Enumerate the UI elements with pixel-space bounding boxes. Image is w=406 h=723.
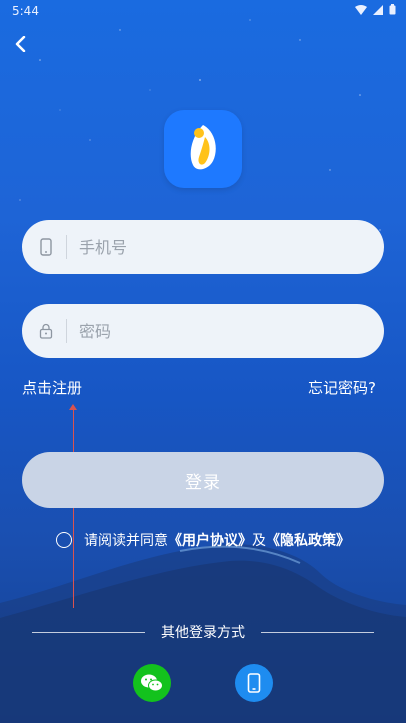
privacy-policy-link[interactable]: 《隐私政策》 xyxy=(266,530,350,550)
annotation-line xyxy=(73,408,74,608)
register-link[interactable]: 点击注册 xyxy=(22,377,82,398)
signal-icon xyxy=(373,4,383,15)
user-agreement-link[interactable]: 《用户协议》 xyxy=(168,530,252,550)
status-time: 5:44 xyxy=(12,4,39,18)
lock-icon xyxy=(36,321,56,341)
agreement-and: 及 xyxy=(252,533,266,549)
wechat-login-button[interactable] xyxy=(133,664,171,702)
password-input[interactable] xyxy=(77,320,341,342)
divider-line-right xyxy=(261,631,374,633)
app-logo xyxy=(164,110,242,188)
phone-login-button[interactable] xyxy=(235,664,273,702)
field-separator xyxy=(66,319,67,343)
battery-icon xyxy=(389,4,396,15)
phone-field[interactable] xyxy=(22,220,384,274)
other-login-divider: 其他登录方式 xyxy=(32,622,374,642)
login-button[interactable]: 登录 xyxy=(22,452,384,508)
agreement-prefix: 请阅读并同意 xyxy=(84,533,168,549)
agreement-row: 请阅读并同意 《用户协议》 及 《隐私政策》 xyxy=(56,530,350,550)
phone-input[interactable] xyxy=(77,236,341,258)
other-login-label: 其他登录方式 xyxy=(161,625,245,641)
wechat-icon xyxy=(141,674,163,692)
status-bar: 5:44 xyxy=(0,0,406,24)
mobile-icon xyxy=(247,673,261,693)
divider-line-left xyxy=(32,631,145,633)
back-icon xyxy=(15,36,26,52)
phone-icon xyxy=(36,237,56,257)
app-logo-icon xyxy=(190,125,216,170)
status-icons xyxy=(355,4,396,15)
wifi-icon xyxy=(355,4,367,15)
password-field[interactable] xyxy=(22,304,384,358)
field-separator xyxy=(66,235,67,259)
forgot-password-link[interactable]: 忘记密码? xyxy=(308,377,376,398)
agreement-checkbox[interactable] xyxy=(56,532,72,548)
back-button[interactable] xyxy=(6,32,34,56)
